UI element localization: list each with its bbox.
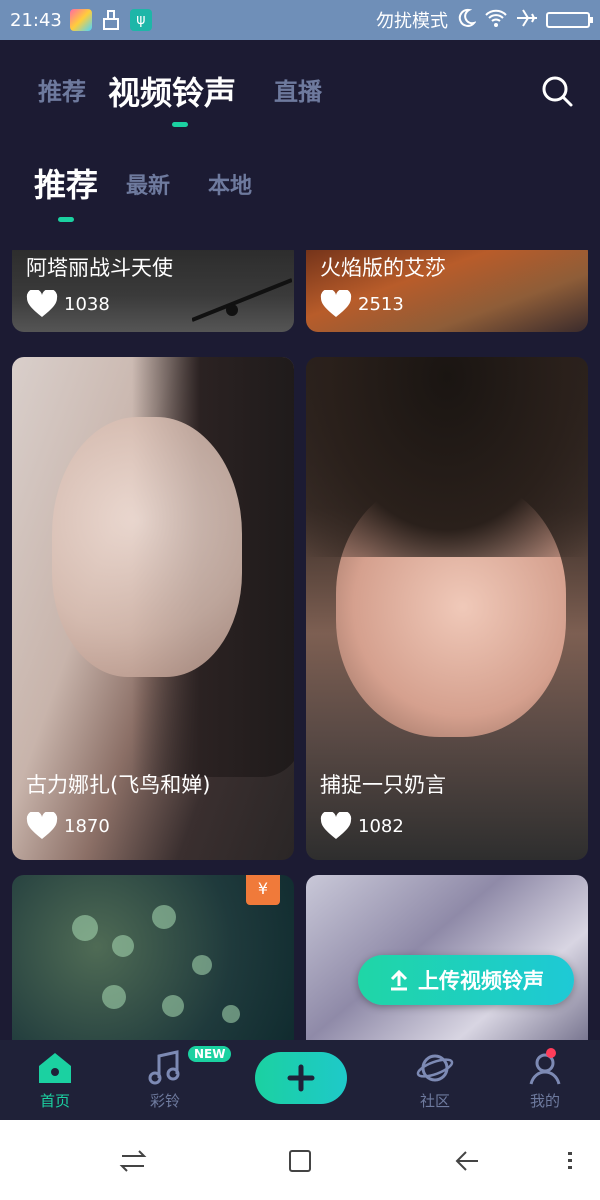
- upload-video-ringtone-button[interactable]: 上传视频铃声: [358, 955, 574, 1005]
- heart-icon: [320, 812, 352, 839]
- sub-tab-bar: 推荐 最新 本地: [0, 150, 600, 230]
- new-badge: NEW: [188, 1046, 232, 1062]
- battery-icon: [546, 12, 593, 28]
- upload-button-label: 上传视频铃声: [418, 969, 544, 993]
- notification-dot: [546, 1048, 556, 1058]
- moon-icon: [456, 8, 477, 33]
- video-card[interactable]: 火焰版的艾莎 2513: [306, 250, 588, 332]
- nav-ringtone-label: 彩铃: [149, 1092, 180, 1110]
- status-time: 21:43: [10, 9, 62, 31]
- status-bar-left: 21:43 ψ: [10, 9, 152, 31]
- wifi-icon: [484, 8, 508, 33]
- like-count: 1870: [26, 812, 110, 840]
- subtab-local[interactable]: 本地: [208, 168, 252, 200]
- subtab-recommend[interactable]: 推荐: [34, 160, 98, 206]
- nav-home-label: 首页: [39, 1092, 70, 1110]
- like-count: 2513: [320, 290, 404, 318]
- back-arrow-icon[interactable]: [452, 1146, 482, 1176]
- like-count: 1082: [320, 812, 404, 840]
- nav-community[interactable]: 社区: [395, 1048, 475, 1111]
- profile-icon: [529, 1053, 561, 1085]
- video-feed[interactable]: 阿塔丽战斗天使 1038 火焰版的艾莎 2513 古力娜扎(飞鸟和婵) 1870…: [0, 250, 600, 1040]
- like-count-value: 2513: [358, 293, 404, 315]
- music-note-icon: [148, 1050, 180, 1085]
- photos-app-icon: [69, 9, 92, 31]
- top-tab-bar: 推荐 视频铃声 直播: [0, 40, 600, 140]
- nav-profile[interactable]: 我的: [505, 1048, 585, 1111]
- tab-video-ringtone[interactable]: 视频铃声: [108, 68, 236, 114]
- search-icon[interactable]: [540, 74, 574, 108]
- heart-icon: [26, 812, 58, 839]
- home-icon: [39, 1053, 71, 1083]
- status-bar-right: 勿扰模式: [376, 7, 593, 33]
- active-tab-indicator: [172, 122, 188, 127]
- dnd-label: 勿扰模式: [376, 11, 448, 32]
- video-card-title: 阿塔丽战斗天使: [26, 256, 173, 280]
- subtab-latest[interactable]: 最新: [126, 168, 170, 200]
- video-card-title: 古力娜扎(飞鸟和婵): [26, 773, 211, 797]
- video-card-title: 捕捉一只奶言: [320, 773, 446, 797]
- video-card[interactable]: 捕捉一只奶言 1082: [306, 357, 588, 860]
- bottom-navigation: 首页 彩铃 NEW 社区 我的: [0, 1040, 600, 1120]
- usb-icon: ψ: [129, 9, 152, 31]
- plus-icon: [287, 1064, 315, 1092]
- paid-badge: ¥: [246, 875, 280, 905]
- like-count-value: 1038: [64, 293, 110, 315]
- video-card-title: 火焰版的艾莎: [320, 256, 446, 280]
- tab-live[interactable]: 直播: [274, 72, 322, 107]
- system-navigation-bar: [0, 1120, 600, 1200]
- video-card[interactable]: ¥: [12, 875, 294, 1040]
- nav-community-label: 社区: [419, 1092, 450, 1110]
- like-count-value: 1870: [64, 815, 110, 837]
- nav-home[interactable]: 首页: [15, 1048, 95, 1111]
- switch-apps-icon[interactable]: [118, 1146, 148, 1176]
- video-card[interactable]: 古力娜扎(飞鸟和婵) 1870: [12, 357, 294, 860]
- cleaner-icon: [100, 9, 122, 31]
- tab-recommend[interactable]: 推荐: [38, 72, 86, 107]
- nav-profile-label: 我的: [529, 1092, 560, 1110]
- airplane-icon: [516, 8, 538, 33]
- upload-icon: [390, 969, 408, 991]
- like-count: 1038: [26, 290, 110, 318]
- heart-icon: [320, 290, 352, 317]
- active-subtab-indicator: [58, 217, 74, 222]
- more-menu-icon[interactable]: [555, 1146, 585, 1176]
- like-count-value: 1082: [358, 815, 404, 837]
- home-square-icon[interactable]: [285, 1146, 315, 1176]
- planet-icon: [416, 1054, 454, 1082]
- create-button[interactable]: [255, 1052, 347, 1104]
- status-bar: 21:43 ψ 勿扰模式: [0, 0, 600, 40]
- heart-icon: [26, 290, 58, 317]
- video-card[interactable]: 阿塔丽战斗天使 1038: [12, 250, 294, 332]
